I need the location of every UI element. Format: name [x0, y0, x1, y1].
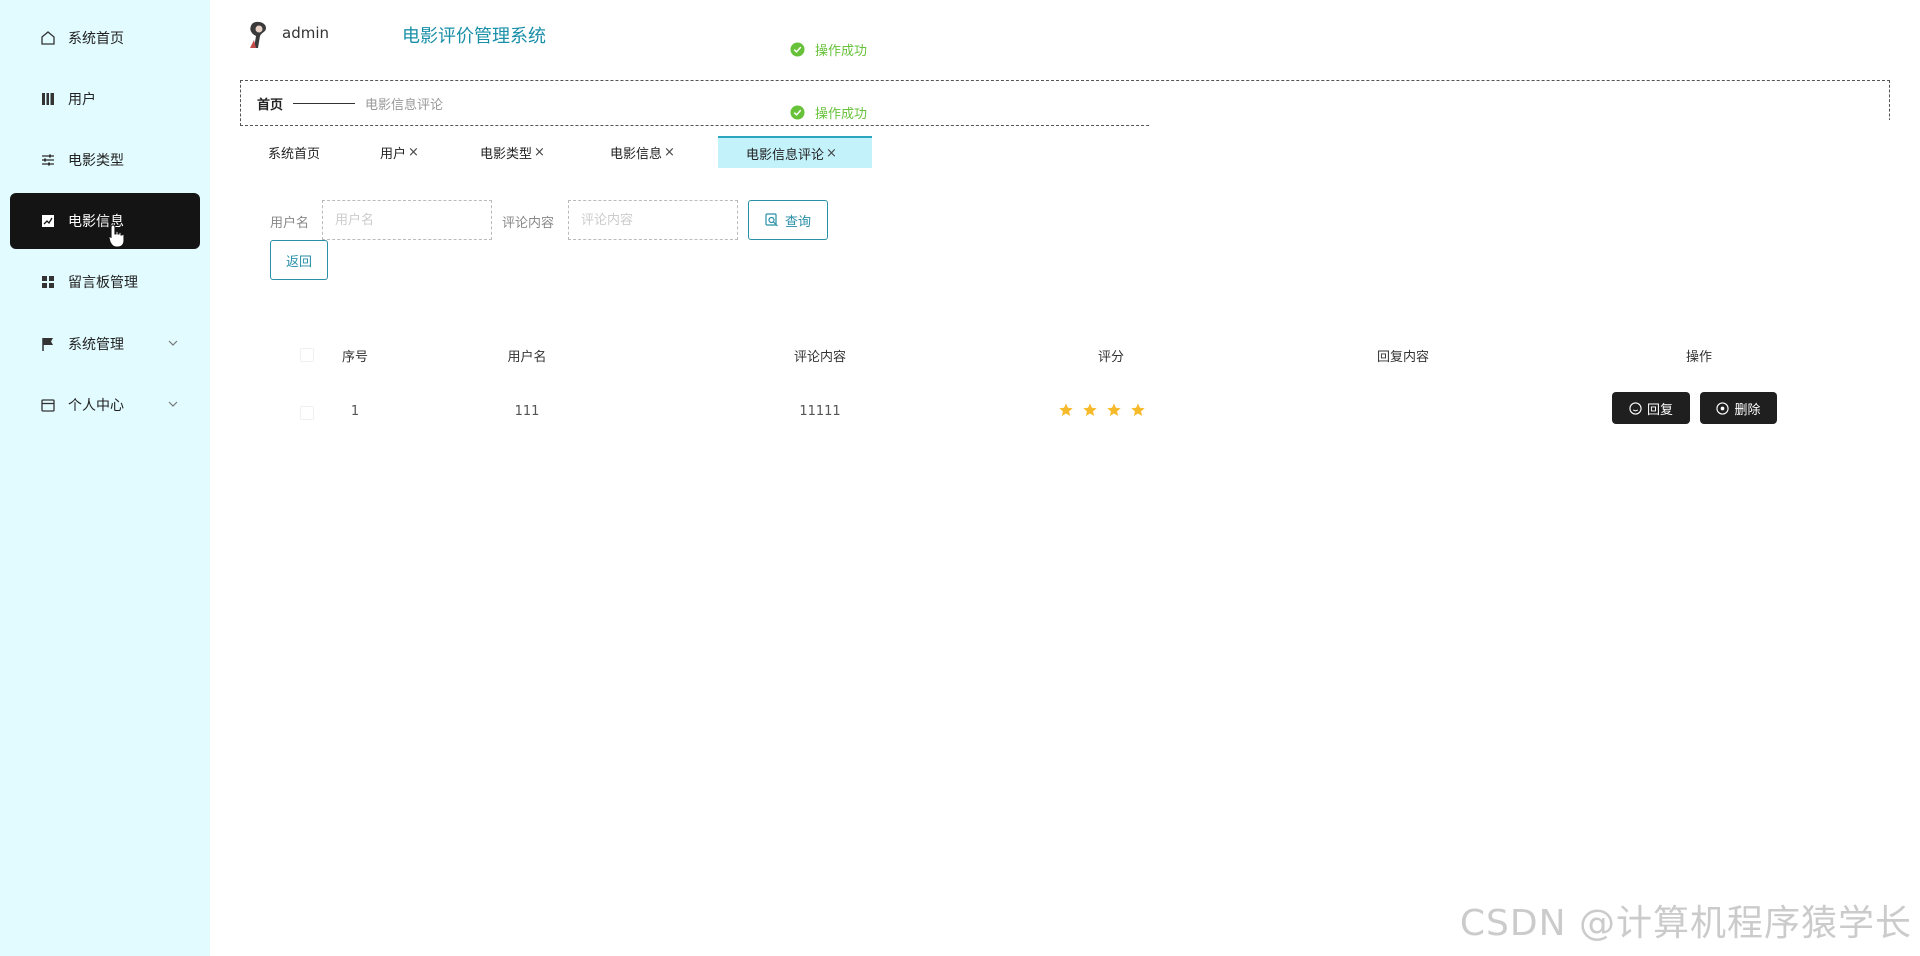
- breadcrumb-home[interactable]: 首页: [257, 94, 283, 113]
- toast-overlay-mask: [1150, 120, 1900, 130]
- tab-home[interactable]: 系统首页: [240, 136, 352, 168]
- star-icon: [1059, 403, 1073, 416]
- delete-circle-icon: [1716, 401, 1730, 415]
- tab-label: 电影类型: [480, 146, 533, 162]
- home-icon: [40, 30, 56, 46]
- check-circle-icon: [790, 104, 805, 120]
- comment-content-input[interactable]: [568, 200, 738, 240]
- smile-icon: [1629, 401, 1642, 415]
- tab-users[interactable]: 用户 ×: [352, 136, 452, 168]
- success-toast: 操作成功: [790, 38, 867, 60]
- reply-button[interactable]: 回复: [1612, 392, 1690, 424]
- delete-button-label: 删除: [1734, 402, 1761, 418]
- tab-label: 用户: [380, 146, 407, 162]
- book-icon: [40, 91, 56, 107]
- query-button-label: 查询: [784, 214, 811, 230]
- column-header-reply: 回复内容: [1376, 350, 1430, 365]
- username-label: 用户名: [270, 216, 310, 231]
- reply-button-label: 回复: [1646, 402, 1673, 418]
- back-button-label: 返回: [285, 254, 312, 270]
- chevron-down-icon: [166, 336, 180, 350]
- tab-bar: 系统首页 用户 × 电影类型 × 电影信息 × 电影信息评论 ×: [240, 136, 872, 168]
- sidebar-item-label: 留言板管理: [68, 275, 138, 291]
- column-header-content: 评论内容: [793, 350, 847, 365]
- comment-content-label: 评论内容: [502, 216, 555, 231]
- close-icon[interactable]: ×: [534, 145, 545, 160]
- sidebar-item-users[interactable]: 用户: [10, 71, 200, 127]
- search-icon: [765, 213, 779, 227]
- sidebar: 系统首页 用户 电影类型 电影信息 留言板管理 系统管理 个人中心: [0, 0, 210, 956]
- tab-movie-info[interactable]: 电影信息 ×: [582, 136, 718, 168]
- delete-button[interactable]: 删除: [1700, 392, 1777, 424]
- toast-message: 操作成功: [815, 106, 868, 122]
- sidebar-item-label: 用户: [68, 92, 96, 108]
- column-header-rating: 评分: [1097, 350, 1125, 365]
- column-header-actions: 操作: [1685, 350, 1713, 365]
- chevron-down-icon: [166, 397, 180, 411]
- sidebar-item-movie-info[interactable]: 电影信息: [10, 193, 200, 249]
- sidebar-item-system-management[interactable]: 系统管理: [10, 316, 200, 372]
- close-icon[interactable]: ×: [664, 145, 675, 160]
- app-title: 电影评价管理系统: [402, 26, 546, 47]
- select-all-checkbox[interactable]: [300, 348, 314, 362]
- sidebar-item-label: 电影信息: [68, 214, 124, 230]
- star-icon: [1083, 403, 1097, 416]
- cell-index: 1: [350, 404, 360, 419]
- tab-label: 系统首页: [268, 146, 321, 162]
- breadcrumb-separator: [293, 102, 356, 104]
- column-header-username: 用户名: [507, 350, 547, 365]
- breadcrumb-current: 电影信息评论: [365, 97, 444, 113]
- back-button[interactable]: 返回: [270, 240, 328, 280]
- avatar[interactable]: [242, 18, 274, 50]
- column-header-index: 序号: [341, 350, 369, 365]
- check-circle-icon: [790, 41, 805, 57]
- cell-content: 11111: [799, 404, 841, 419]
- watermark: CSDN @计算机程序猿学长: [1459, 903, 1912, 944]
- username: admin: [282, 24, 329, 42]
- sidebar-item-label: 电影类型: [68, 153, 124, 169]
- sidebar-item-label: 系统管理: [68, 337, 124, 353]
- top-header: admin 电影评价管理系统: [210, 0, 1920, 72]
- chart-icon: [40, 213, 56, 229]
- query-button[interactable]: 查询: [748, 200, 828, 240]
- tab-movie-types[interactable]: 电影类型 ×: [452, 136, 582, 168]
- star-icon: [1107, 403, 1121, 416]
- window-icon: [40, 397, 56, 413]
- close-icon[interactable]: ×: [826, 146, 837, 161]
- grid-icon: [40, 274, 56, 290]
- tab-label: 电影信息评论: [746, 147, 825, 163]
- toast-message: 操作成功: [815, 43, 868, 59]
- sidebar-item-movie-types[interactable]: 电影类型: [10, 132, 200, 188]
- rating-stars: [1058, 402, 1146, 418]
- sidebar-item-home[interactable]: 系统首页: [10, 10, 200, 66]
- sliders-icon: [40, 152, 56, 168]
- tab-movie-info-comments[interactable]: 电影信息评论 ×: [718, 136, 872, 168]
- star-icon: [1131, 403, 1145, 416]
- username-input[interactable]: [322, 200, 492, 240]
- row-checkbox[interactable]: [300, 406, 314, 420]
- cell-username: 111: [514, 404, 540, 419]
- tab-label: 电影信息: [610, 146, 663, 162]
- success-toast: 操作成功: [790, 101, 867, 123]
- sidebar-item-personal-center[interactable]: 个人中心: [10, 377, 200, 433]
- sidebar-item-label: 个人中心: [68, 398, 124, 414]
- flag-icon: [40, 336, 56, 352]
- close-icon[interactable]: ×: [408, 145, 419, 160]
- sidebar-item-message-board[interactable]: 留言板管理: [10, 254, 200, 310]
- sidebar-item-label: 系统首页: [68, 31, 124, 47]
